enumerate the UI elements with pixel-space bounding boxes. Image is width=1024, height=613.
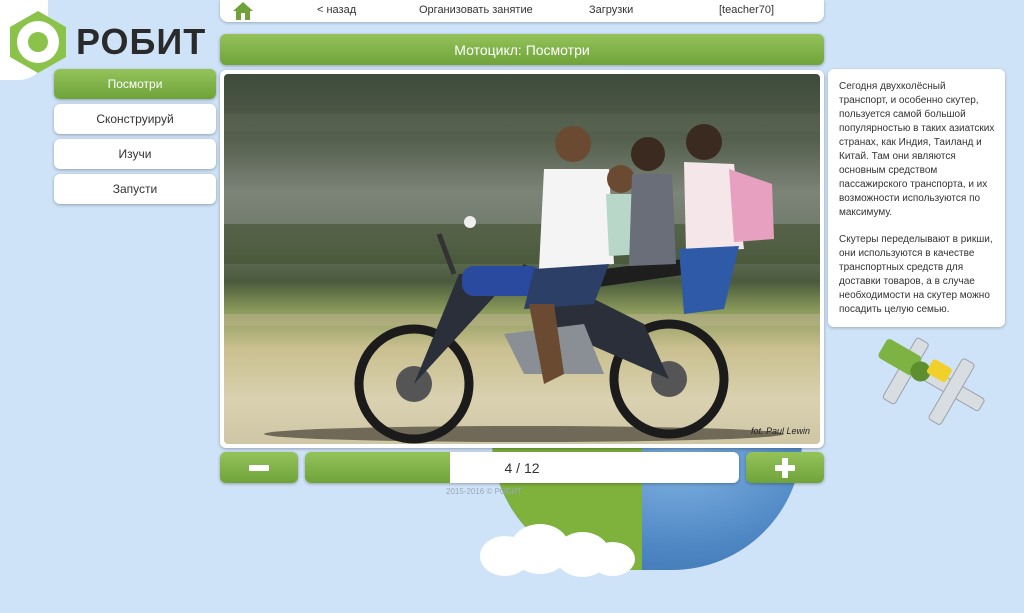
cloud-decoration <box>480 520 640 580</box>
organize-lesson-link[interactable]: Организовать занятие <box>419 4 533 16</box>
motorcycle-photo: fot. Paul Lewin <box>224 74 820 444</box>
logo[interactable]: РОБИТ <box>6 10 206 74</box>
logo-text: РОБИТ <box>76 21 207 62</box>
menu-item-study[interactable]: Изучи <box>54 139 216 169</box>
description-paragraph: Скутеры переделывают в рикши, они исполь… <box>839 234 993 315</box>
photo-frame: fot. Paul Lewin <box>220 70 824 448</box>
next-button[interactable] <box>746 452 824 483</box>
slide-counter: 4 / 12 <box>504 459 540 476</box>
lego-model-image <box>878 337 985 425</box>
description-paragraph: Сегодня двухколёсный транспорт, и особен… <box>839 81 995 218</box>
minus-icon <box>249 464 269 471</box>
plus-icon <box>775 457 795 478</box>
previous-button[interactable] <box>220 452 298 483</box>
home-icon[interactable] <box>232 1 254 21</box>
description-panel: Сегодня двухколёсный транспорт, и особен… <box>828 69 1005 327</box>
top-navigation: < назад Организовать занятие Загрузки [t… <box>220 0 824 22</box>
footer-copyright: 2015-2016 © РОБИТ <box>446 487 522 496</box>
logo-icon <box>10 11 66 73</box>
slide-progress: 4 / 12 <box>305 452 739 483</box>
photo-credit: fot. Paul Lewin <box>750 426 810 436</box>
downloads-link[interactable]: Загрузки <box>589 4 633 16</box>
menu-item-look[interactable]: Посмотри <box>54 69 216 99</box>
menu-item-run[interactable]: Запусти <box>54 174 216 204</box>
menu-item-build[interactable]: Сконструируй <box>54 104 216 134</box>
motorcycle-illustration <box>224 114 820 444</box>
user-link[interactable]: [teacher70] <box>719 4 774 16</box>
back-link[interactable]: < назад <box>317 4 356 16</box>
page-title: Мотоцикл: Посмотри <box>220 34 824 65</box>
